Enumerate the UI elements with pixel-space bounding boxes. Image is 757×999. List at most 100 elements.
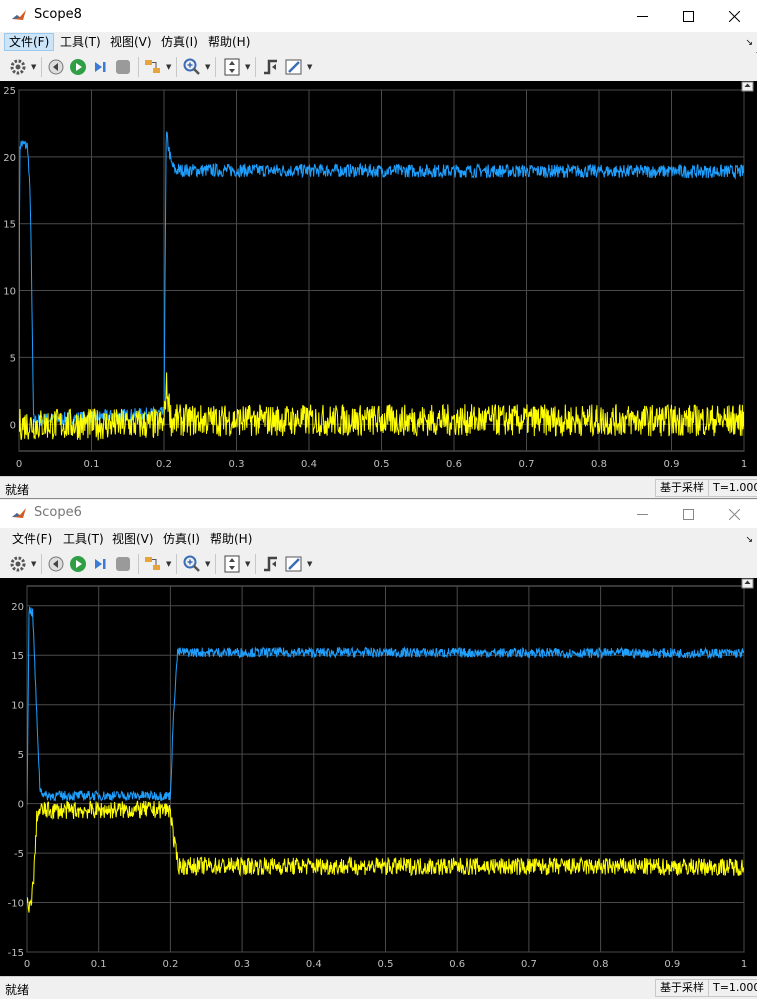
y-tick-label: 20 xyxy=(3,153,16,164)
step-forward-icon[interactable] xyxy=(90,554,110,574)
toolbar-separator xyxy=(138,554,139,574)
measure-dropdown-icon[interactable]: ▼ xyxy=(307,560,312,568)
maximize-icon xyxy=(682,508,694,520)
highlight-dropdown-icon[interactable]: ▼ xyxy=(166,63,171,71)
x-tick-label: 0 xyxy=(16,459,22,470)
y-tick-label: 5 xyxy=(18,750,24,761)
minimize-icon xyxy=(636,15,648,17)
autoscale-dropdown-icon[interactable]: ▼ xyxy=(245,63,250,71)
highlight-block-icon[interactable] xyxy=(143,57,163,77)
scope8-plot[interactable]: 0 0.1 0.2 0.3 0.4 0.5 0.6 0.7 0.8 0.9 10510152025 xyxy=(0,81,757,476)
x-tick-label: 0.7 xyxy=(521,959,537,970)
toolbar-separator xyxy=(215,57,216,77)
x-tick-label: 0.7 xyxy=(519,459,535,470)
window-title: Scope8 xyxy=(34,7,82,22)
run-icon[interactable] xyxy=(68,57,88,77)
menu-file[interactable]: 文件(F) xyxy=(4,33,55,51)
menu-bar: 文件(F) 工具(T) 视图(V) 仿真(I) 帮助(H) ↘ xyxy=(0,529,757,549)
autoscale-icon[interactable] xyxy=(222,57,242,77)
title-bar[interactable]: Scope6 xyxy=(0,500,757,528)
menu-view[interactable]: 视图(V) xyxy=(108,530,158,548)
maximize-button[interactable] xyxy=(665,0,711,32)
zoom-dropdown-icon[interactable]: ▼ xyxy=(205,560,210,568)
stop-icon[interactable] xyxy=(113,554,133,574)
menu-simulation[interactable]: 仿真(I) xyxy=(159,530,204,548)
stop-icon[interactable] xyxy=(113,57,133,77)
toolbar-separator xyxy=(255,554,256,574)
zoom-dropdown-icon[interactable]: ▼ xyxy=(205,63,210,71)
toolbar-separator xyxy=(255,57,256,77)
settings-dropdown-icon[interactable]: ▼ xyxy=(31,63,36,71)
plot-area[interactable]: 0 0.1 0.2 0.3 0.4 0.5 0.6 0.7 0.8 0.9 1 -15 -10 -5 0 5 1… xyxy=(0,578,757,976)
run-icon[interactable] xyxy=(68,554,88,574)
maximize-button[interactable] xyxy=(665,500,711,528)
maximize-icon xyxy=(682,10,694,22)
menu-view[interactable]: 视图(V) xyxy=(106,33,156,51)
y-tick-label: 0 xyxy=(18,800,24,811)
menu-file[interactable]: 文件(F) xyxy=(8,530,56,548)
measure-dropdown-icon[interactable]: ▼ xyxy=(307,63,312,71)
step-back-icon[interactable] xyxy=(46,57,66,77)
close-button[interactable] xyxy=(711,500,757,528)
y-tick-label: 15 xyxy=(3,220,16,231)
scope6-window: Scope6 文件(F) 工具(T) 视图(V) 仿真(I) 帮助(H) ↘ ▼… xyxy=(0,500,757,999)
matlab-icon xyxy=(11,506,27,522)
x-tick-label: 1 xyxy=(741,459,747,470)
matlab-icon xyxy=(11,8,27,24)
trigger-icon[interactable] xyxy=(261,554,281,574)
minimize-button[interactable] xyxy=(619,0,665,32)
y-tick-label: -15 xyxy=(8,948,24,959)
step-forward-icon[interactable] xyxy=(90,57,110,77)
minimize-icon xyxy=(636,513,648,515)
undock-icon[interactable]: ↘ xyxy=(745,38,753,48)
x-tick-label: 0.3 xyxy=(229,459,245,470)
highlight-dropdown-icon[interactable]: ▼ xyxy=(166,560,171,568)
x-tick-label: 0.8 xyxy=(591,459,607,470)
cursor-measure-icon[interactable] xyxy=(284,554,304,574)
autoscale-icon[interactable] xyxy=(222,554,242,574)
menu-help[interactable]: 帮助(H) xyxy=(206,530,256,548)
plot-area[interactable]: 0 0.1 0.2 0.3 0.4 0.5 0.6 0.7 0.8 0.9 1 0 5 10 15 20 25 xyxy=(0,81,757,476)
menu-help[interactable]: 帮助(H) xyxy=(204,33,254,51)
autoscale-dropdown-icon[interactable]: ▼ xyxy=(245,560,250,568)
close-button[interactable] xyxy=(711,0,757,32)
status-bar: 就绪 基于采样 T=1.000 xyxy=(0,476,757,498)
toolbar: ▼ ▼ ▼ ▼ ▼ xyxy=(0,53,757,81)
y-tick-label: 0 xyxy=(10,420,16,431)
y-tick-label: 10 xyxy=(11,701,24,712)
menu-simulation[interactable]: 仿真(I) xyxy=(157,33,202,51)
x-tick-label: 0.2 xyxy=(162,959,178,970)
zoom-in-icon[interactable] xyxy=(182,57,202,77)
x-tick-label: 0.8 xyxy=(593,959,609,970)
scope6-plot[interactable]: 0 0.1 0.2 0.3 0.4 0.5 0.6 0.7 0.8 0.9 1 -15 -10 -5 0 5 1… xyxy=(0,578,757,976)
trigger-icon[interactable] xyxy=(261,57,281,77)
toolbar-separator xyxy=(41,57,42,77)
y-tick-label: -5 xyxy=(14,849,24,860)
undock-icon[interactable]: ↘ xyxy=(745,535,753,545)
minimize-button[interactable] xyxy=(619,500,665,528)
highlight-block-icon[interactable] xyxy=(143,554,163,574)
sample-mode: 基于采样 xyxy=(655,979,709,997)
status-bar: 就绪 基于采样 T=1.000 xyxy=(0,976,757,998)
status-text: 就绪 xyxy=(5,483,30,497)
menu-tools[interactable]: 工具(T) xyxy=(56,33,105,51)
title-bar[interactable]: Scope8 xyxy=(0,0,757,32)
sim-time: T=1.000 xyxy=(708,479,757,497)
settings-gear-icon[interactable] xyxy=(8,554,28,574)
x-tick-label: 0.6 xyxy=(446,459,462,470)
window-title: Scope6 xyxy=(34,505,82,520)
sim-time: T=1.000 xyxy=(708,979,757,997)
x-tick-label: 0.9 xyxy=(664,959,680,970)
step-back-icon[interactable] xyxy=(46,554,66,574)
y-tick-label: 15 xyxy=(11,651,24,662)
cursor-measure-icon[interactable] xyxy=(284,57,304,77)
menu-tools[interactable]: 工具(T) xyxy=(59,530,108,548)
x-tick-label: 0.6 xyxy=(449,959,465,970)
toolbar-separator xyxy=(138,57,139,77)
zoom-in-icon[interactable] xyxy=(182,554,202,574)
x-tick-label: 0.4 xyxy=(306,959,322,970)
settings-dropdown-icon[interactable]: ▼ xyxy=(31,560,36,568)
y-tick-label: 5 xyxy=(10,353,16,364)
settings-gear-icon[interactable] xyxy=(8,57,28,77)
y-tick-label: -10 xyxy=(8,899,24,910)
